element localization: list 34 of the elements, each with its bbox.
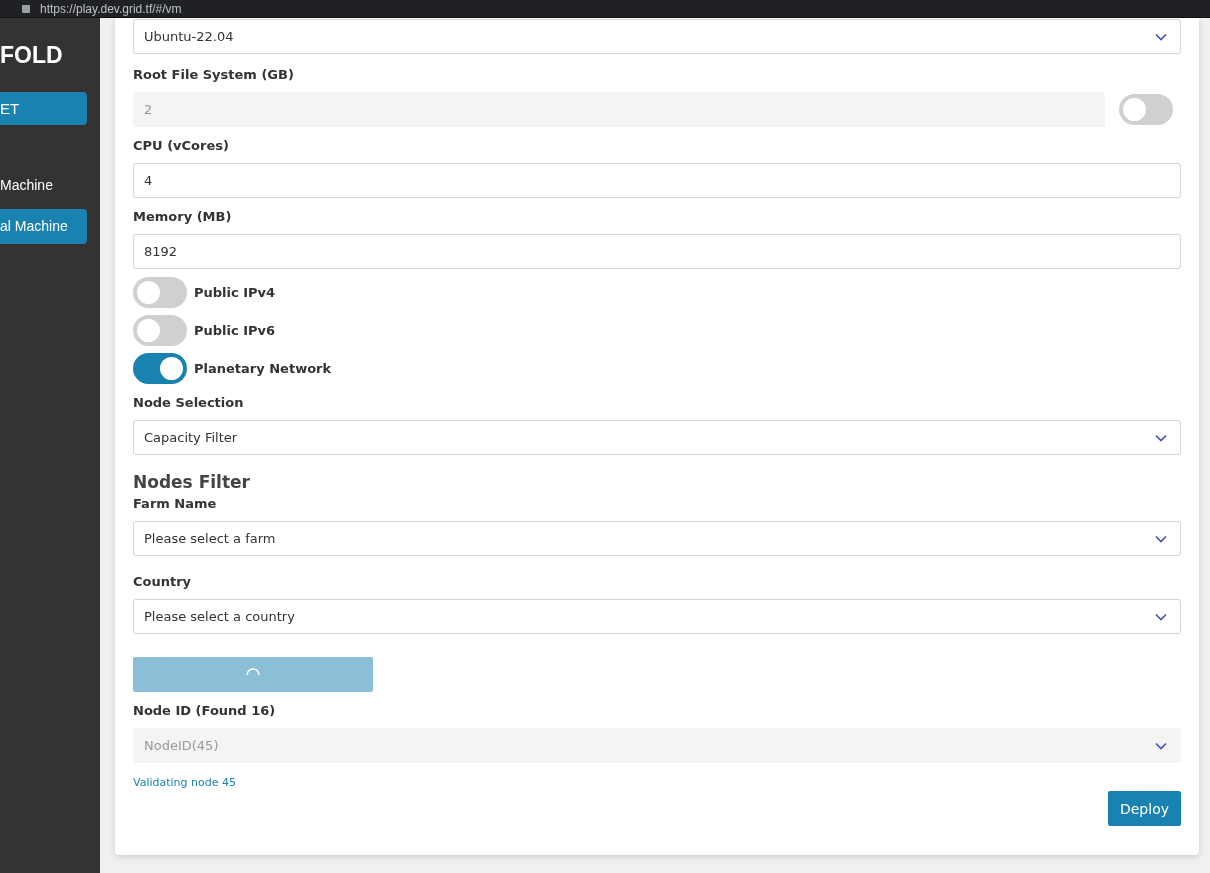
- address-bar[interactable]: https://play.dev.grid.tf/#/vm: [40, 0, 182, 17]
- toggle-label: Public IPv4: [194, 285, 276, 300]
- field-label: Country: [133, 573, 193, 590]
- chevron-down-icon: [1155, 433, 1167, 442]
- lock-icon: [22, 4, 30, 13]
- nav-item[interactable]: al Machine: [0, 209, 87, 244]
- toggle-switch[interactable]: [133, 315, 187, 346]
- field-label: CPU (vCores): [133, 137, 230, 154]
- toggle-label: Planetary Network: [194, 361, 332, 376]
- input-field[interactable]: 4: [133, 163, 1181, 198]
- dropdown[interactable]: Ubuntu-22.04: [133, 19, 1181, 54]
- sidebar-button[interactable]: ET: [0, 92, 87, 125]
- chevron-down-icon: [1155, 612, 1167, 621]
- input-field[interactable]: 8192: [133, 234, 1181, 269]
- field-label: Root File System (GB): [133, 66, 295, 83]
- field-label: Node Selection: [133, 394, 245, 411]
- chevron-down-icon: [1155, 741, 1167, 750]
- loading-button[interactable]: [133, 657, 373, 692]
- status-message: Validating node 45: [133, 776, 237, 789]
- deploy-button[interactable]: Deploy: [1107, 791, 1181, 826]
- chevron-down-icon: [1155, 534, 1167, 543]
- toggle-switch[interactable]: [133, 277, 187, 308]
- toggle-switch[interactable]: [133, 353, 187, 384]
- section-heading: Nodes Filter: [133, 471, 251, 493]
- app-title: FOLD: [0, 41, 64, 70]
- dropdown[interactable]: Please select a farm: [133, 521, 1181, 556]
- field-label: Farm Name: [133, 495, 218, 512]
- chevron-down-icon: [1155, 32, 1167, 41]
- dropdown[interactable]: Please select a country: [133, 599, 1181, 634]
- toggle-label: Public IPv6: [194, 323, 276, 338]
- nav-item[interactable]: Machine: [0, 168, 87, 203]
- dropdown[interactable]: Capacity Filter: [133, 420, 1181, 455]
- field-label: Node ID (Found 16): [133, 702, 277, 719]
- field-label: Memory (MB): [133, 208, 233, 225]
